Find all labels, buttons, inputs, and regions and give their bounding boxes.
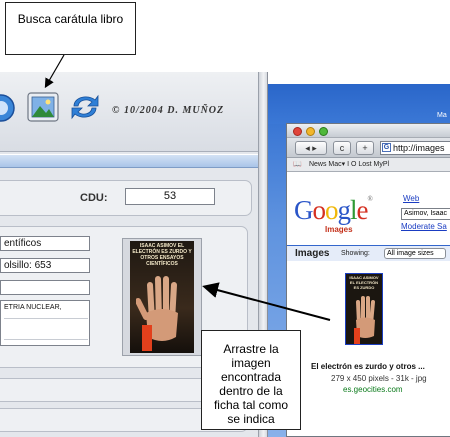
arrow-to-cover-frame — [202, 282, 331, 321]
arrow-to-picture-button — [44, 54, 65, 89]
annotation-arrows — [44, 54, 331, 321]
